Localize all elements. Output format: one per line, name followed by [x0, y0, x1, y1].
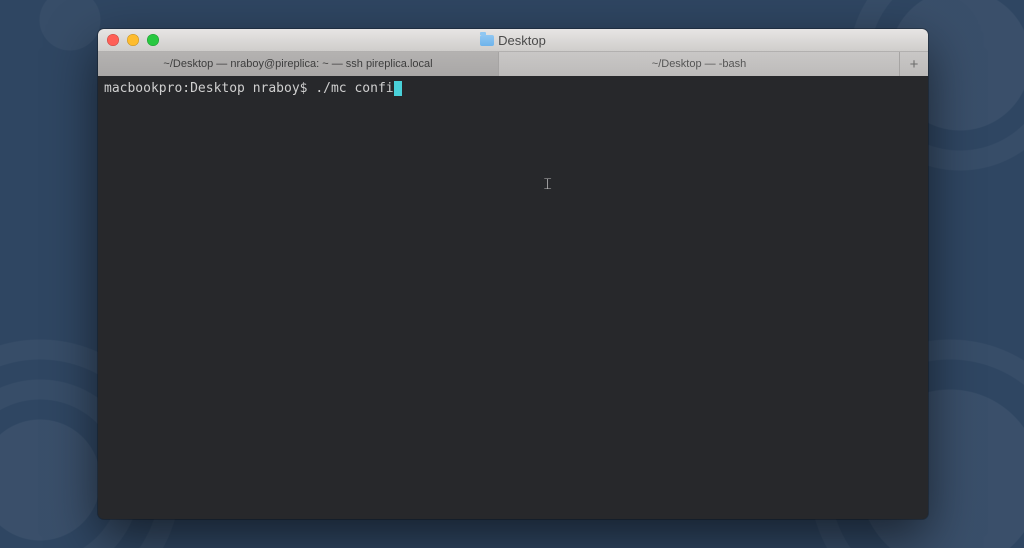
folder-icon	[480, 35, 494, 46]
window-title: Desktop	[98, 33, 928, 48]
shell-prompt: macbookpro:Desktop nraboy$	[104, 81, 315, 96]
minimize-icon[interactable]	[127, 34, 139, 46]
window-title-text: Desktop	[498, 33, 546, 48]
tab-bash[interactable]: ~/Desktop — -bash	[499, 52, 900, 76]
tab-ssh[interactable]: ~/Desktop — nraboy@pireplica: ~ — ssh pi…	[98, 52, 499, 76]
terminal-body[interactable]: macbookpro:Desktop nraboy$ ./mc confi 𝙸	[98, 76, 928, 519]
typed-command: ./mc confi	[315, 81, 393, 96]
close-icon[interactable]	[107, 34, 119, 46]
traffic-lights	[98, 34, 159, 46]
zoom-icon[interactable]	[147, 34, 159, 46]
new-tab-button[interactable]: +	[900, 52, 928, 76]
tab-bar: ~/Desktop — nraboy@pireplica: ~ — ssh pi…	[98, 52, 928, 77]
cursor-icon	[394, 81, 402, 96]
plus-icon: +	[910, 56, 919, 73]
text-cursor-icon: 𝙸	[542, 176, 553, 193]
terminal-window: Desktop ~/Desktop — nraboy@pireplica: ~ …	[98, 29, 928, 519]
titlebar[interactable]: Desktop	[98, 29, 928, 52]
tab-label: ~/Desktop — nraboy@pireplica: ~ — ssh pi…	[163, 58, 432, 70]
tab-label: ~/Desktop — -bash	[652, 58, 746, 70]
